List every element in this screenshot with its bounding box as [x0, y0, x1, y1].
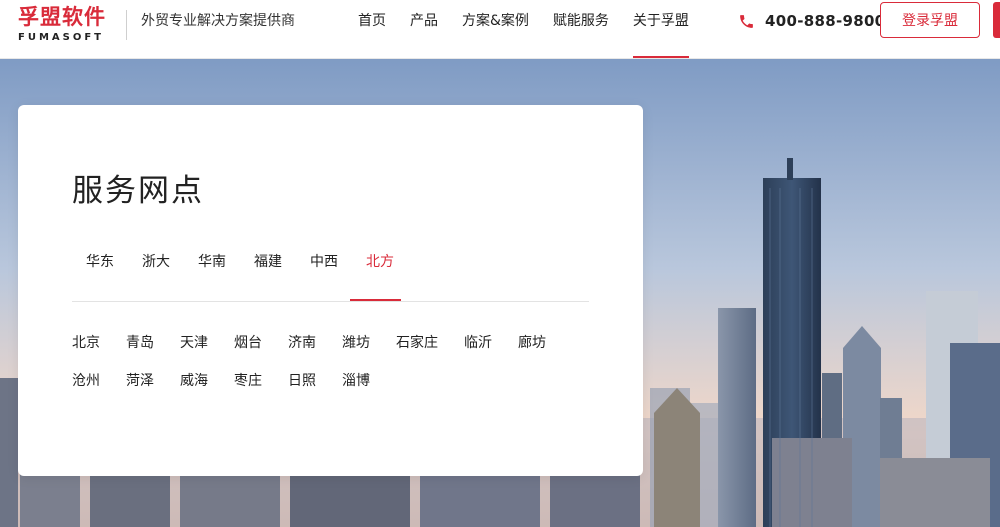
nav-item-products[interactable]: 产品 [398, 0, 450, 58]
side-action-button[interactable] [993, 2, 1000, 38]
city-item[interactable]: 烟台 [234, 332, 262, 370]
city-item[interactable]: 北京 [72, 332, 100, 370]
city-row: 北京 青岛 天津 烟台 济南 潍坊 石家庄 临沂 廊坊 [72, 332, 592, 370]
nav-item-solutions-cases[interactable]: 方案&案例 [450, 0, 541, 58]
service-network-card: 服务网点 华东 浙大 华南 福建 中西 北方 北京 青岛 天津 烟台 济南 潍坊… [18, 105, 643, 476]
city-item[interactable]: 廊坊 [518, 332, 546, 370]
city-item[interactable]: 菏泽 [126, 370, 154, 408]
city-row: 沧州 菏泽 威海 枣庄 日照 淄博 [72, 370, 592, 408]
tab-central-west[interactable]: 中西 [296, 248, 352, 276]
main-nav: 首页 产品 方案&案例 赋能服务 关于孚盟 [346, 0, 701, 58]
city-item[interactable]: 石家庄 [396, 332, 438, 370]
city-item[interactable]: 青岛 [126, 332, 154, 370]
city-item[interactable]: 潍坊 [342, 332, 370, 370]
city-item[interactable]: 天津 [180, 332, 208, 370]
region-tabs: 华东 浙大 华南 福建 中西 北方 [72, 248, 408, 276]
active-tab-indicator [350, 299, 401, 301]
logo-divider [126, 10, 127, 40]
nav-item-home[interactable]: 首页 [346, 0, 398, 58]
nav-item-services[interactable]: 赋能服务 [541, 0, 621, 58]
tab-east-china[interactable]: 华东 [72, 248, 128, 276]
phone-number: 400-888-9800 [765, 12, 886, 30]
tab-south-china[interactable]: 华南 [184, 248, 240, 276]
city-item[interactable]: 威海 [180, 370, 208, 408]
city-item[interactable]: 济南 [288, 332, 316, 370]
city-item[interactable]: 临沂 [464, 332, 492, 370]
logo-chinese-text: 孚盟软件 [18, 5, 106, 29]
city-item[interactable]: 日照 [288, 370, 316, 408]
top-navigation-bar: 孚盟软件 FUMASOFT 外贸专业解决方案提供商 首页 产品 方案&案例 赋能… [0, 0, 1000, 59]
city-item[interactable]: 沧州 [72, 370, 100, 408]
tab-zhe-da[interactable]: 浙大 [128, 248, 184, 276]
tab-north[interactable]: 北方 [352, 248, 408, 276]
card-title: 服务网点 [72, 173, 204, 209]
phone-icon [740, 14, 753, 28]
tagline: 外贸专业解决方案提供商 [141, 13, 295, 29]
login-button[interactable]: 登录孚盟 [880, 2, 980, 38]
city-item[interactable]: 枣庄 [234, 370, 262, 408]
fumasoft-logo[interactable]: 孚盟软件 FUMASOFT [18, 4, 118, 48]
logo-english-text: FUMASOFT [18, 32, 104, 43]
city-item[interactable]: 淄博 [342, 370, 370, 408]
nav-item-about[interactable]: 关于孚盟 [621, 0, 701, 58]
tabs-divider [72, 301, 589, 302]
phone-contact[interactable]: 400-888-9800 [738, 10, 885, 32]
city-list: 北京 青岛 天津 烟台 济南 潍坊 石家庄 临沂 廊坊 沧州 菏泽 威海 枣庄 … [72, 332, 592, 408]
tab-fujian[interactable]: 福建 [240, 248, 296, 276]
